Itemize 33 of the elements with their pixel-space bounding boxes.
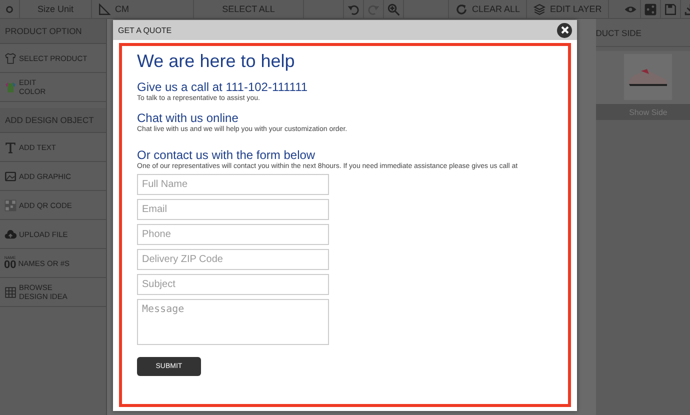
heading: We are here to help: [137, 51, 296, 72]
shirt-icon: [4, 80, 17, 94]
toolbar-button[interactable]: CLEAR ALL: [449, 0, 528, 18]
section-title: Or contact us with the form below: [137, 148, 316, 162]
input-field[interactable]: Delivery ZIP Code: [137, 249, 329, 270]
section-title: Chat with us online: [137, 111, 240, 125]
cloud-upload-icon: [4, 228, 17, 240]
qr-code-icon: [4, 198, 17, 212]
toolbar-button[interactable]: SELECT ALL: [194, 0, 304, 18]
image-icon: [4, 170, 17, 182]
panel-title: DUCT SIDE: [596, 19, 690, 47]
toolbar-button[interactable]: EDIT LAYER: [527, 0, 609, 18]
input-field[interactable]: Subject: [137, 274, 329, 295]
zoom-in-icon: [387, 2, 400, 16]
section-title: Give us a call at 111-102-111111: [137, 80, 309, 94]
grid-icon: [4, 286, 17, 298]
message-field[interactable]: Message: [137, 299, 329, 345]
close-button[interactable]: [557, 22, 572, 38]
input-field[interactable]: Email: [137, 199, 329, 220]
input-field[interactable]: Full Name: [137, 174, 329, 195]
unit-label[interactable]: CM: [115, 4, 129, 14]
close-icon: [560, 26, 568, 34]
toolbar-button[interactable]: Size Unit: [20, 0, 92, 18]
layers-icon: [533, 2, 546, 16]
input-field[interactable]: Phone: [137, 224, 329, 245]
dialog-title: GET A QUOTE: [118, 26, 172, 34]
undo-icon: [347, 2, 360, 16]
shirt-icon: [4, 52, 17, 64]
shoe-drawing: [627, 66, 670, 88]
save-icon: [664, 2, 677, 16]
ruler-icon: [98, 2, 111, 16]
text-icon: [4, 140, 17, 154]
refresh-icon: [455, 2, 468, 16]
